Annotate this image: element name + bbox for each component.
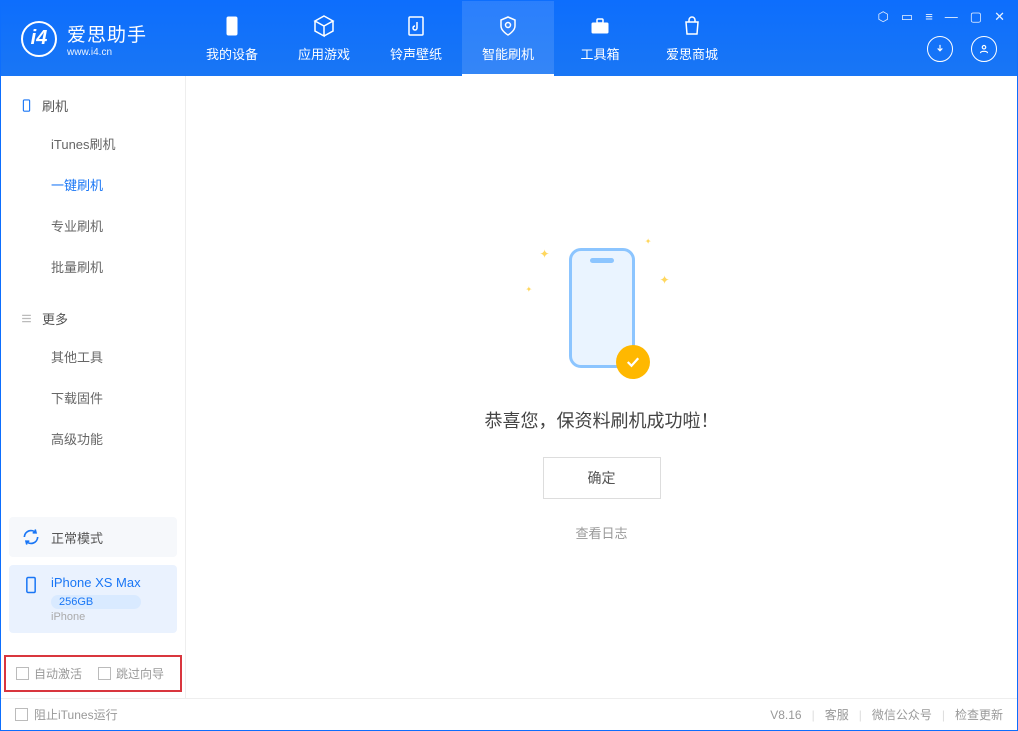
link-wechat[interactable]: 微信公众号 — [872, 706, 932, 723]
device-card[interactable]: iPhone XS Max 256GB iPhone — [9, 565, 177, 633]
sidebar-item-advanced[interactable]: 高级功能 — [1, 418, 185, 459]
sidebar-item-itunes-flash[interactable]: iTunes刷机 — [1, 123, 185, 164]
logo-area: i4 爱思助手 www.i4.cn — [1, 20, 186, 58]
separator: | — [859, 708, 862, 722]
tab-ringtones[interactable]: 铃声壁纸 — [370, 1, 462, 76]
main-content: ✦ ✦ ✦ ✦ 恭喜您，保资料刷机成功啦！ 确定 查看日志 — [186, 76, 1017, 698]
tab-label: 工具箱 — [580, 44, 619, 63]
link-update[interactable]: 检查更新 — [955, 706, 1003, 723]
note-icon[interactable]: ▭ — [901, 9, 913, 25]
user-icon — [977, 42, 991, 56]
download-icon — [933, 42, 947, 56]
list-icon — [19, 311, 34, 326]
tab-label: 智能刷机 — [482, 44, 534, 63]
menu-icon[interactable]: ≡ — [925, 9, 933, 25]
checkbox-skip-guide[interactable]: 跳过向导 — [98, 665, 164, 682]
checkbox-auto-activate[interactable]: 自动激活 — [16, 665, 82, 682]
checkbox-label: 自动激活 — [34, 665, 82, 682]
shirt-icon[interactable]: ⬡ — [878, 9, 889, 25]
tab-my-device[interactable]: 我的设备 — [186, 1, 278, 76]
tab-label: 应用游戏 — [298, 44, 350, 63]
checkbox-icon — [98, 667, 111, 680]
maximize-button[interactable]: ▢ — [970, 9, 982, 25]
shield-icon — [496, 14, 520, 38]
sidebar: 刷机 iTunes刷机 一键刷机 专业刷机 批量刷机 更多 其他工具 下载固件 … — [1, 76, 186, 698]
tab-store[interactable]: 爱思商城 — [646, 1, 738, 76]
success-check-badge — [616, 345, 650, 379]
separator: | — [942, 708, 945, 722]
sidebar-item-pro-flash[interactable]: 专业刷机 — [1, 205, 185, 246]
view-log-link[interactable]: 查看日志 — [575, 523, 627, 542]
sparkle-icon: ✦ — [659, 273, 669, 287]
nav-tabs: 我的设备 应用游戏 铃声壁纸 智能刷机 工具箱 爱思商城 — [186, 1, 738, 76]
download-button[interactable] — [927, 36, 953, 62]
tab-label: 我的设备 — [206, 44, 258, 63]
device-name: iPhone XS Max — [51, 575, 141, 590]
sparkle-icon: ✦ — [540, 247, 550, 261]
confirm-button[interactable]: 确定 — [543, 457, 661, 499]
user-button[interactable] — [971, 36, 997, 62]
checkbox-label: 跳过向导 — [116, 665, 164, 682]
header-actions — [927, 36, 997, 62]
version-label: V8.16 — [770, 708, 801, 722]
device-mode-label: 正常模式 — [51, 528, 103, 547]
music-file-icon — [404, 14, 428, 38]
logo-icon: i4 — [21, 21, 57, 57]
tab-label: 爱思商城 — [666, 44, 718, 63]
section-title: 刷机 — [42, 96, 68, 115]
device-type: iPhone — [51, 611, 141, 623]
success-illustration: ✦ ✦ ✦ ✦ — [522, 233, 682, 383]
sparkle-icon: ✦ — [526, 285, 533, 294]
sidebar-section-flash: 刷机 — [1, 88, 185, 123]
toolbox-icon — [588, 14, 612, 38]
tab-apps[interactable]: 应用游戏 — [278, 1, 370, 76]
app-header: i4 爱思助手 www.i4.cn 我的设备 应用游戏 铃声壁纸 智能刷机 工具… — [1, 1, 1017, 76]
checkbox-stop-itunes[interactable]: 阻止iTunes运行 — [15, 706, 118, 723]
device-icon — [19, 98, 34, 113]
app-title: 爱思助手 — [67, 20, 147, 47]
status-bar: 阻止iTunes运行 V8.16 | 客服 | 微信公众号 | 检查更新 — [1, 698, 1017, 730]
sidebar-item-download-firmware[interactable]: 下载固件 — [1, 377, 185, 418]
checkbox-label: 阻止iTunes运行 — [34, 706, 118, 723]
success-message: 恭喜您，保资料刷机成功啦！ — [485, 407, 719, 433]
app-url: www.i4.cn — [67, 47, 147, 58]
separator: | — [812, 708, 815, 722]
sidebar-section-more: 更多 — [1, 301, 185, 336]
window-controls: ⬡ ▭ ≡ — ▢ ✕ — [878, 9, 1005, 25]
flash-options-highlighted: 自动激活 跳过向导 — [4, 655, 182, 692]
tab-label: 铃声壁纸 — [390, 44, 442, 63]
minimize-button[interactable]: — — [945, 9, 958, 25]
tab-toolbox[interactable]: 工具箱 — [554, 1, 646, 76]
cube-icon — [312, 14, 336, 38]
sidebar-item-batch-flash[interactable]: 批量刷机 — [1, 246, 185, 287]
sidebar-item-other-tools[interactable]: 其他工具 — [1, 336, 185, 377]
phone-icon — [220, 14, 244, 38]
link-support[interactable]: 客服 — [825, 706, 849, 723]
section-title: 更多 — [42, 309, 68, 328]
sidebar-item-oneclick-flash[interactable]: 一键刷机 — [1, 164, 185, 205]
device-mode-card[interactable]: 正常模式 — [9, 517, 177, 557]
tab-flash[interactable]: 智能刷机 — [462, 1, 554, 76]
phone-icon — [21, 575, 41, 595]
check-icon — [624, 353, 642, 371]
store-icon — [680, 14, 704, 38]
checkbox-icon — [15, 708, 28, 721]
device-storage-badge: 256GB — [51, 595, 141, 609]
checkbox-icon — [16, 667, 29, 680]
close-button[interactable]: ✕ — [994, 9, 1005, 25]
refresh-icon — [21, 527, 41, 547]
sparkle-icon: ✦ — [645, 237, 652, 246]
